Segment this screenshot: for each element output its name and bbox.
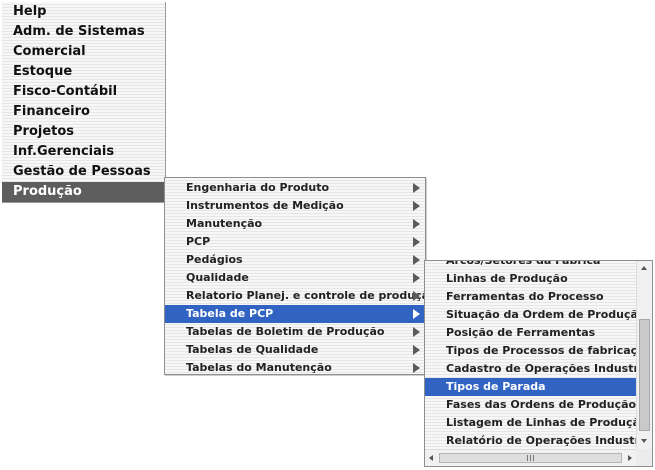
chevron-right-icon (413, 219, 420, 229)
submenu-item-ferramentas-processo[interactable]: Ferramentas do Processo (425, 288, 636, 306)
submenu-item-label: Instrumentos de Medição (186, 199, 344, 212)
submenu-item-tipos-parada[interactable]: Tipos de Parada (425, 378, 636, 396)
menu-item-comercial[interactable]: Comercial (2, 42, 165, 62)
triangle-left-icon[interactable] (429, 455, 433, 461)
menu-item-fisco-contabil[interactable]: Fisco-Contábil (2, 82, 165, 102)
submenu-item-cadastro-operacoes[interactable]: Cadastro de Operações Industriais (425, 360, 636, 378)
scrollbar-corner (636, 449, 652, 466)
submenu-item-label: Tabelas de Boletim de Produção (186, 325, 385, 338)
triangle-down-icon (641, 439, 647, 443)
submenu-item-tabelas-boletim[interactable]: Tabelas de Boletim de Produção (165, 323, 425, 341)
submenu-item-areas-setores[interactable]: Arcos/Setores da Fábrica (425, 261, 636, 270)
submenu-tabela-pcp: Arcos/Setores da Fábrica Linhas de Produ… (424, 260, 653, 467)
chevron-right-icon (413, 291, 420, 301)
menu-item-estoque[interactable]: Estoque (2, 62, 165, 82)
horizontal-scroll-thumb[interactable] (439, 453, 622, 463)
chevron-right-icon (413, 273, 420, 283)
menu-item-gestao-pessoas[interactable]: Gestão de Pessoas (2, 162, 165, 182)
submenu-item-label: Engenharia do Produto (186, 181, 330, 194)
chevron-right-icon (413, 345, 420, 355)
submenu-item-label: Relatorio Planej. e controle de produção (186, 289, 437, 302)
menu-item-projetos[interactable]: Projetos (2, 122, 165, 142)
submenu-item-pcp[interactable]: PCP (165, 233, 425, 251)
submenu-item-tipos-processos[interactable]: Tipos de Processos de fabricação (425, 342, 636, 360)
submenu-item-tabelas-qualidade[interactable]: Tabelas de Qualidade (165, 341, 425, 359)
chevron-right-icon (413, 237, 420, 247)
chevron-right-icon (413, 183, 420, 193)
scroll-down-button[interactable] (637, 435, 652, 447)
submenu-item-fases-ordens[interactable]: Fases das Ordens de Produção (O (425, 396, 636, 414)
main-menu: Help Adm. de Sistemas Comercial Estoque … (2, 2, 166, 203)
submenu-item-situacao-ordem[interactable]: Situação da Ordem de Produção (425, 306, 636, 324)
submenu-item-linhas-producao[interactable]: Linhas de Produção (425, 270, 636, 288)
grip-icon (527, 455, 535, 461)
submenu-item-relatorio-operacoes[interactable]: Relatório de Operações Industriais (425, 432, 636, 449)
menu-item-help[interactable]: Help (2, 2, 165, 22)
vertical-scrollbar[interactable] (636, 261, 652, 449)
chevron-right-icon (413, 327, 420, 337)
submenu-item-tabelas-manutencao[interactable]: Tabelas do Manutenção (165, 359, 425, 377)
triangle-right-icon[interactable] (628, 455, 632, 461)
menu-item-financeiro[interactable]: Financeiro (2, 102, 165, 122)
scroll-up-button[interactable] (637, 263, 652, 275)
submenu-producao: Engenharia do Produto Instrumentos de Me… (164, 177, 437, 377)
horizontal-scrollbar[interactable] (425, 449, 636, 466)
submenu-item-qualidade[interactable]: Qualidade (165, 269, 425, 287)
submenu-item-listagem-linhas[interactable]: Listagem de Linhas de Produção (425, 414, 636, 432)
submenu-item-label: Manutenção (186, 217, 263, 230)
submenu-item-instrumentos-medicao[interactable]: Instrumentos de Medição (165, 197, 425, 215)
submenu-item-pedagios[interactable]: Pedágios (165, 251, 425, 269)
submenu-item-engenharia-produto[interactable]: Engenharia do Produto (165, 179, 425, 197)
menu-item-adm-sistemas[interactable]: Adm. de Sistemas (2, 22, 165, 42)
submenu-item-tabela-pcp[interactable]: Tabela de PCP (165, 305, 425, 323)
chevron-right-icon (413, 255, 420, 265)
submenu-item-relatorio-planej[interactable]: Relatorio Planej. e controle de produção (165, 287, 437, 305)
submenu-item-label: Tabela de PCP (186, 307, 274, 320)
submenu-item-label: Tabelas de Qualidade (186, 343, 319, 356)
submenu-item-label: Qualidade (186, 271, 249, 284)
chevron-right-icon (413, 363, 420, 373)
chevron-right-icon (413, 309, 420, 319)
triangle-up-icon (641, 266, 647, 270)
submenu-item-manutencao[interactable]: Manutenção (165, 215, 425, 233)
submenu-item-label: PCP (186, 235, 211, 248)
menu-item-inf-gerenciais[interactable]: Inf.Gerenciais (2, 142, 165, 162)
submenu-item-posicao-ferramentas[interactable]: Posição de Ferramentas (425, 324, 636, 342)
menu-item-producao[interactable]: Produção (2, 182, 165, 202)
submenu-item-label: Pedágios (186, 253, 243, 266)
vertical-scroll-thumb[interactable] (639, 319, 650, 431)
chevron-right-icon (413, 201, 420, 211)
submenu-item-label: Tabelas do Manutenção (186, 361, 332, 374)
submenu-list-viewport: Arcos/Setores da Fábrica Linhas de Produ… (425, 261, 636, 449)
